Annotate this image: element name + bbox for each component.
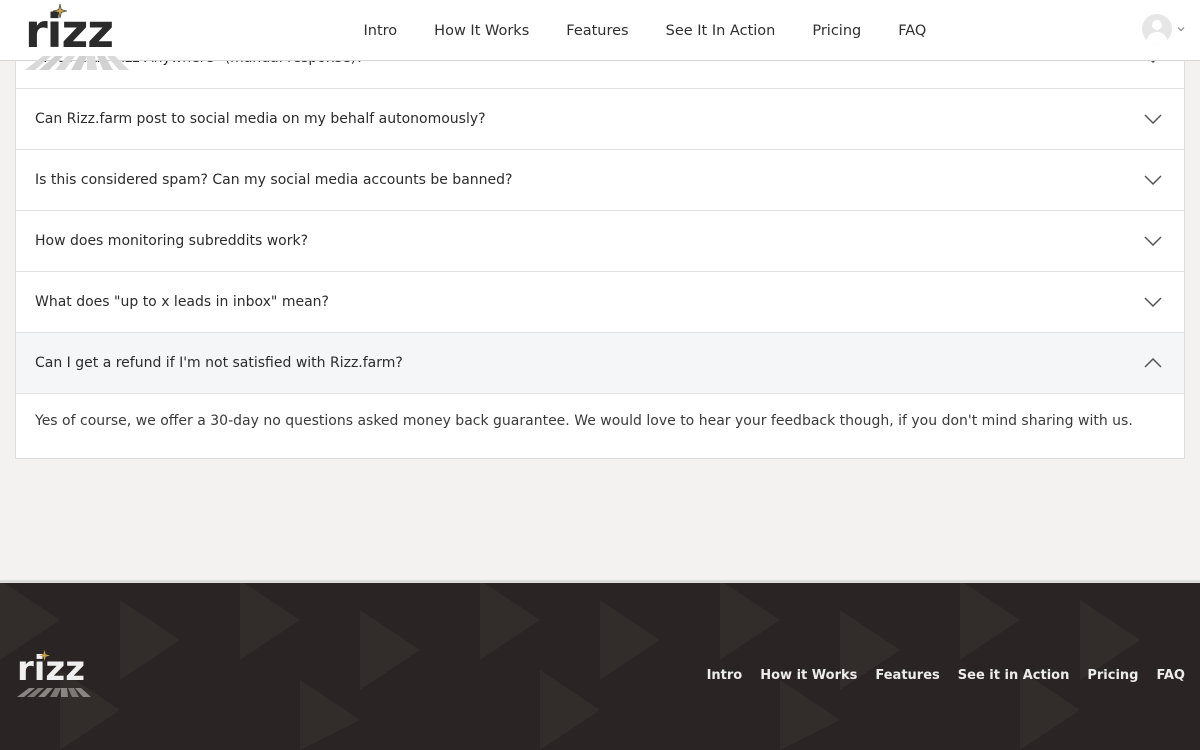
faq-item-monitoring-subreddits[interactable]: How does monitoring subreddits work? <box>16 210 1184 271</box>
footer-nav: Intro How it Works Features See it in Ac… <box>689 668 1185 683</box>
footer-divider <box>0 580 1200 583</box>
faq-question: What does "up to x leads in inbox" mean? <box>35 294 329 310</box>
avatar <box>1142 14 1172 44</box>
site-header: rizz Intro How It Works Features See It … <box>0 0 1200 70</box>
faq-accordion: What is a "Rizz Anywhere" (manual respon… <box>15 27 1185 459</box>
account-menu[interactable] <box>1142 14 1186 44</box>
nav-intro[interactable]: Intro <box>364 23 398 39</box>
sparkle-icon <box>53 4 67 18</box>
footer-nav-how-it-works[interactable]: How it Works <box>760 668 857 683</box>
chevron-down-icon <box>1144 297 1162 307</box>
footer-rizz-logo[interactable]: rizz <box>17 649 107 697</box>
nav-features[interactable]: Features <box>566 23 628 39</box>
logo-text: rizz <box>25 4 114 58</box>
faq-answer-refund: Yes of course, we offer a 30-day no ques… <box>16 393 1184 458</box>
sparkle-icon <box>39 650 50 661</box>
faq-item-refund[interactable]: Can I get a refund if I'm not satisfied … <box>16 332 1184 393</box>
chevron-up-icon <box>1144 358 1162 368</box>
faq-question: Can I get a refund if I'm not satisfied … <box>35 355 403 371</box>
footer-nav-features[interactable]: Features <box>875 668 939 683</box>
footer-nav-pricing[interactable]: Pricing <box>1087 668 1138 683</box>
faq-question: Is this considered spam? Can my social m… <box>35 172 513 188</box>
footer-nav-faq[interactable]: FAQ <box>1156 668 1185 683</box>
footer-pattern-decoration <box>0 580 1140 750</box>
chevron-down-icon <box>1177 27 1185 32</box>
chevron-down-icon <box>1144 114 1162 124</box>
chevron-down-icon <box>1144 175 1162 185</box>
footer-nav-intro[interactable]: Intro <box>707 668 743 683</box>
nav-pricing[interactable]: Pricing <box>812 23 861 39</box>
nav-faq[interactable]: FAQ <box>898 23 926 39</box>
faq-question: Can Rizz.farm post to social media on my… <box>35 111 486 127</box>
footer-logo-text: rizz <box>17 649 85 689</box>
main-nav: Intro How It Works Features See It In Ac… <box>345 0 945 61</box>
faq-item-spam[interactable]: Is this considered spam? Can my social m… <box>16 149 1184 210</box>
faq-item-autonomous-posting[interactable]: Can Rizz.farm post to social media on my… <box>16 88 1184 149</box>
faq-question: How does monitoring subreddits work? <box>35 233 308 249</box>
site-footer: rizz Intro How it Works Features See it … <box>0 580 1200 750</box>
logo-beams-decoration <box>25 56 129 70</box>
nav-how-it-works[interactable]: How It Works <box>434 23 529 39</box>
footer-nav-see-it-in-action[interactable]: See it in Action <box>958 668 1070 683</box>
chevron-down-icon <box>1144 236 1162 246</box>
logo-beams-decoration <box>17 688 91 697</box>
faq-item-leads-in-inbox[interactable]: What does "up to x leads in inbox" mean? <box>16 271 1184 332</box>
nav-see-it-in-action[interactable]: See It In Action <box>666 23 776 39</box>
rizz-logo[interactable]: rizz <box>25 4 145 70</box>
